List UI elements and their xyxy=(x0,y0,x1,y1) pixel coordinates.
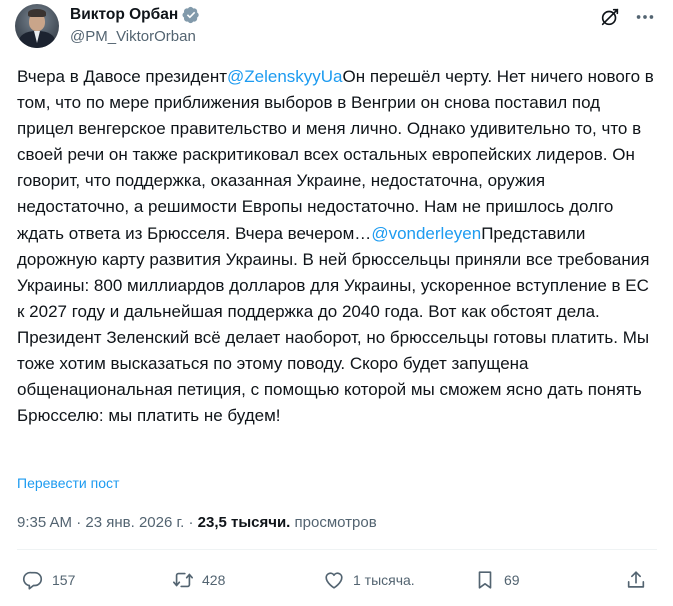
bookmark-count: 69 xyxy=(504,572,520,588)
reply-count: 157 xyxy=(52,572,76,588)
tweet-meta: 9:35 AM · 23 янв. 2026 г. · 23,5 тысячи.… xyxy=(17,513,377,533)
bookmark-icon xyxy=(474,569,496,591)
repost-icon xyxy=(172,569,194,591)
views-count: 23,5 тысячи. xyxy=(197,514,291,531)
share-button[interactable] xyxy=(625,568,647,592)
share-icon xyxy=(625,569,647,591)
meta-separator: · xyxy=(184,514,198,531)
grok-icon[interactable] xyxy=(599,6,621,28)
like-count: 1 тысяча. xyxy=(353,572,415,588)
tweet-text: Вчера в Давосе президент@ZelenskyyUaОн п… xyxy=(17,64,657,429)
repost-button[interactable]: 428 xyxy=(172,568,225,592)
avatar[interactable] xyxy=(15,4,59,48)
tweet: Виктор Орбан @PM_ViktorOrban Вчера в Дав… xyxy=(0,0,673,606)
more-icon[interactable] xyxy=(634,6,656,28)
heart-icon xyxy=(323,569,345,591)
avatar-hair xyxy=(28,9,46,17)
tweet-text-segment: Он перешёл черту. Нет ничего нового в то… xyxy=(17,67,654,243)
divider xyxy=(17,549,657,550)
mention-link[interactable]: @vonderleyen xyxy=(371,224,481,243)
post-date[interactable]: 23 янв. 2026 г. xyxy=(85,514,184,531)
views-label: просмотров xyxy=(290,514,377,531)
reply-icon xyxy=(22,569,44,591)
meta-separator: · xyxy=(72,514,86,531)
bookmark-button[interactable]: 69 xyxy=(474,568,520,592)
translate-post-link[interactable]: Перевести пост xyxy=(17,474,119,492)
mention-link[interactable]: @ZelenskyyUa xyxy=(227,67,343,86)
like-button[interactable]: 1 тысяча. xyxy=(323,568,415,592)
post-time[interactable]: 9:35 AM xyxy=(17,514,72,531)
author-handle[interactable]: @PM_ViktorOrban xyxy=(70,27,196,47)
author-display-name[interactable]: Виктор Орбан xyxy=(70,5,178,25)
reply-button[interactable]: 157 xyxy=(22,568,75,592)
repost-count: 428 xyxy=(202,572,226,588)
verified-badge-icon xyxy=(182,6,200,24)
tweet-text-segment: Представили дорожную карту развития Укра… xyxy=(17,223,650,426)
author-name-row[interactable]: Виктор Орбан xyxy=(70,5,200,25)
tweet-text-segment: Вчера в Давосе президент xyxy=(17,67,227,86)
